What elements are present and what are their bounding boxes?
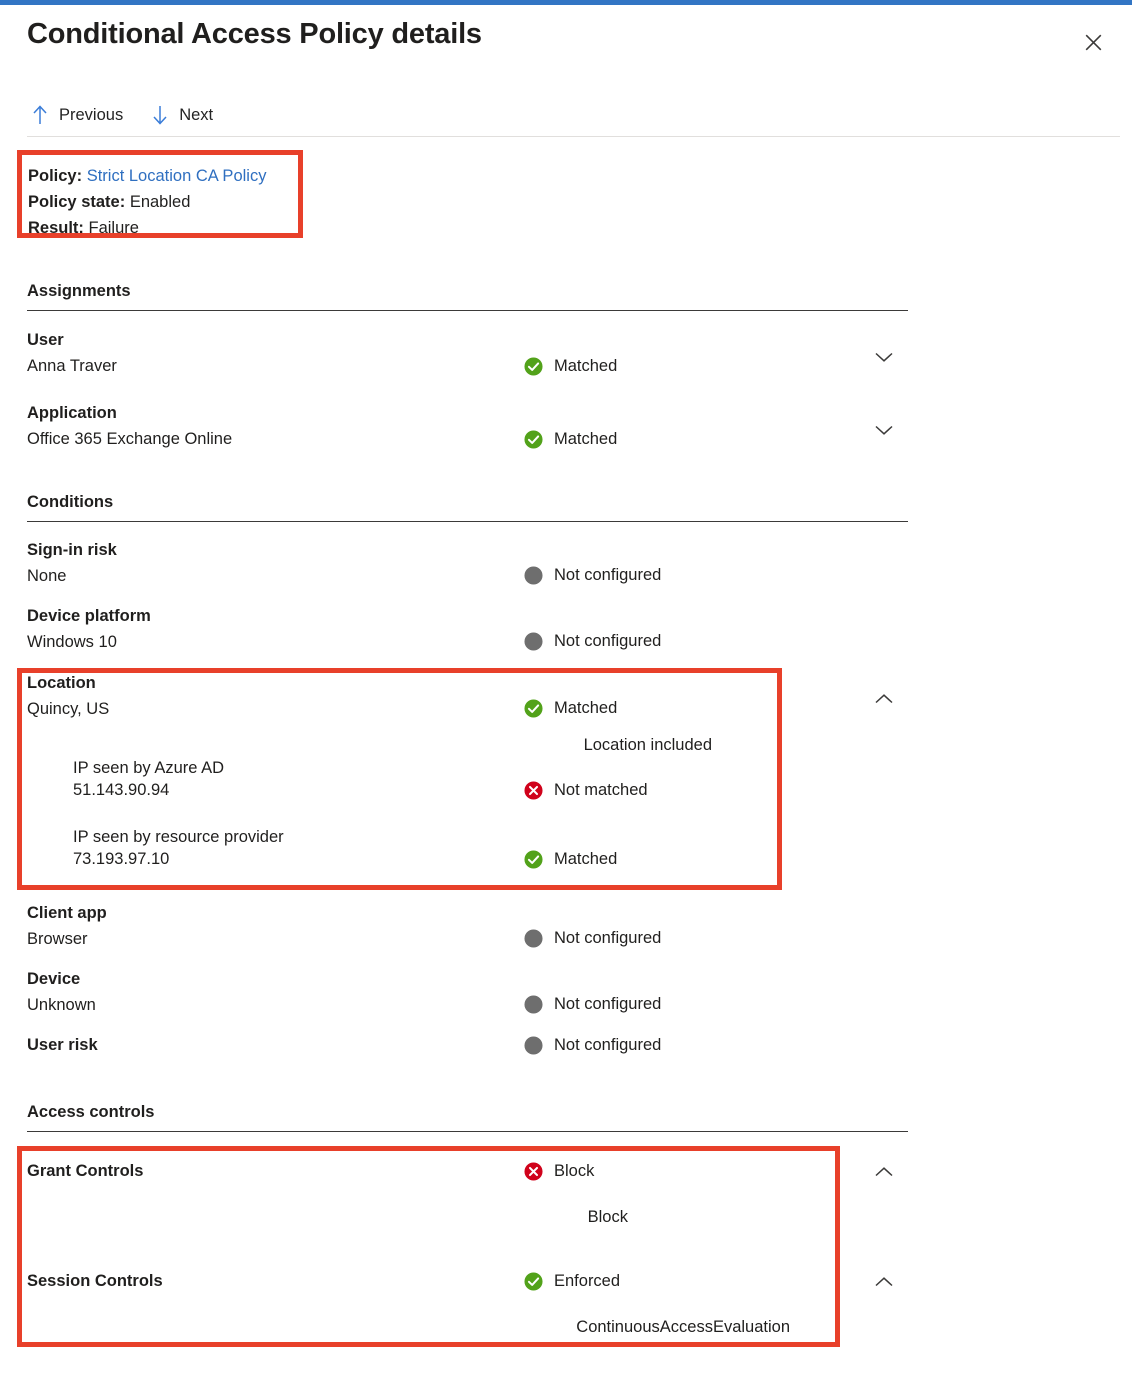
chevron-up-icon-grant-controls[interactable] [872, 1160, 896, 1184]
gray-dot-icon [524, 929, 543, 948]
row-value-client-app: Browser [27, 930, 88, 949]
row-status-application: Matched [524, 430, 617, 449]
result-key-label: Result: [28, 219, 84, 237]
command-bar-divider [27, 136, 1120, 137]
row-value-user: Anna Traver [27, 357, 117, 376]
row-value-ip-azure-ad: 51.143.90.94 [73, 781, 169, 800]
check-circle-icon [524, 699, 543, 718]
row-status-text-application: Matched [554, 430, 617, 449]
gray-dot-icon [524, 1036, 543, 1055]
row-status-text-signin-risk: Not configured [554, 566, 661, 585]
row-value-ip-resource-provider: 73.193.97.10 [73, 850, 169, 869]
row-label-device: Device [27, 970, 80, 989]
row-label-signin-risk: Sign-in risk [27, 541, 117, 560]
x-circle-icon [524, 1162, 543, 1181]
session-controls-detail-text: ContinuousAccessEvaluation [0, 1318, 790, 1337]
chevron-down-icon-application[interactable] [872, 418, 896, 442]
row-status-user-risk: Not configured [524, 1036, 661, 1055]
row-status-session-controls: Enforced [524, 1272, 620, 1291]
section-header-access-controls: Access controls [27, 1103, 908, 1132]
next-button[interactable]: Next [147, 103, 217, 127]
section-header-assignments: Assignments [27, 282, 908, 311]
check-circle-icon [524, 1272, 543, 1291]
gray-dot-icon [524, 566, 543, 585]
row-label-device-platform: Device platform [27, 607, 151, 626]
row-status-text-ip-resource-provider: Matched [554, 850, 617, 869]
arrow-up-icon [31, 105, 49, 125]
row-status-signin-risk: Not configured [524, 566, 661, 585]
row-status-text-user: Matched [554, 357, 617, 376]
policy-state-row: Policy state: Enabled [28, 189, 266, 215]
result-value: Failure [89, 219, 139, 237]
gray-dot-icon [524, 995, 543, 1014]
chevron-down-icon-user[interactable] [872, 345, 896, 369]
row-status-user: Matched [524, 357, 617, 376]
policy-result-row: Result: Failure [28, 215, 266, 241]
policy-state-key-label: Policy state: [28, 193, 125, 211]
row-value-application: Office 365 Exchange Online [27, 430, 232, 449]
close-button[interactable] [1076, 25, 1110, 59]
section-header-conditions: Conditions [27, 493, 908, 522]
chevron-up-icon-session-controls[interactable] [872, 1270, 896, 1294]
row-value-signin-risk: None [27, 567, 66, 586]
row-label-application: Application [27, 404, 117, 423]
x-circle-icon [524, 781, 543, 800]
policy-name-link[interactable]: Strict Location CA Policy [87, 167, 267, 185]
row-value-device-platform: Windows 10 [27, 633, 117, 652]
row-status-location: Matched [524, 699, 617, 718]
row-value-location: Quincy, US [27, 700, 109, 719]
row-status-text-client-app: Not configured [554, 929, 661, 948]
row-status-ip-azure-ad: Not matched [524, 781, 648, 800]
row-status-grant-controls: Block [524, 1162, 594, 1181]
row-status-ip-resource-provider: Matched [524, 850, 617, 869]
row-label-grant-controls: Grant Controls [27, 1162, 143, 1181]
row-status-client-app: Not configured [524, 929, 661, 948]
row-status-device: Not configured [524, 995, 661, 1014]
row-label-location: Location [27, 674, 96, 693]
row-value-device: Unknown [27, 996, 96, 1015]
previous-button[interactable]: Previous [27, 103, 127, 127]
command-bar: Previous Next [27, 96, 1120, 134]
policy-key-label: Policy: [28, 167, 82, 185]
close-icon [1085, 34, 1102, 51]
row-status-text-ip-azure-ad: Not matched [554, 781, 648, 800]
chevron-up-icon-location[interactable] [872, 687, 896, 711]
row-status-text-user-risk: Not configured [554, 1036, 661, 1055]
row-label-client-app: Client app [27, 904, 107, 923]
check-circle-icon [524, 850, 543, 869]
row-label-user-risk: User risk [27, 1036, 98, 1055]
location-included-text: Location included [0, 736, 712, 755]
policy-state-value: Enabled [130, 193, 191, 211]
row-status-text-device-platform: Not configured [554, 632, 661, 651]
previous-label: Previous [59, 106, 123, 125]
row-status-device-platform: Not configured [524, 632, 661, 651]
row-status-text-location: Matched [554, 699, 617, 718]
next-label: Next [179, 106, 213, 125]
policy-summary-highlight: Policy: Strict Location CA Policy Policy… [17, 150, 303, 238]
policy-row: Policy: Strict Location CA Policy [28, 163, 266, 189]
gray-dot-icon [524, 632, 543, 651]
arrow-down-icon [151, 105, 169, 125]
row-label-user: User [27, 331, 64, 350]
row-status-text-session-controls: Enforced [554, 1272, 620, 1291]
row-label-session-controls: Session Controls [27, 1272, 163, 1291]
row-status-text-grant-controls: Block [554, 1162, 594, 1181]
policy-summary: Policy: Strict Location CA Policy Policy… [28, 163, 266, 241]
panel-header: Conditional Access Policy details [0, 5, 1132, 85]
page-title: Conditional Access Policy details [27, 18, 482, 51]
check-circle-icon [524, 430, 543, 449]
row-status-text-device: Not configured [554, 995, 661, 1014]
row-sublabel-ip-resource-provider: IP seen by resource provider [73, 828, 284, 847]
check-circle-icon [524, 357, 543, 376]
grant-controls-detail-text: Block [0, 1208, 628, 1227]
row-sublabel-ip-azure-ad: IP seen by Azure AD [73, 759, 224, 778]
